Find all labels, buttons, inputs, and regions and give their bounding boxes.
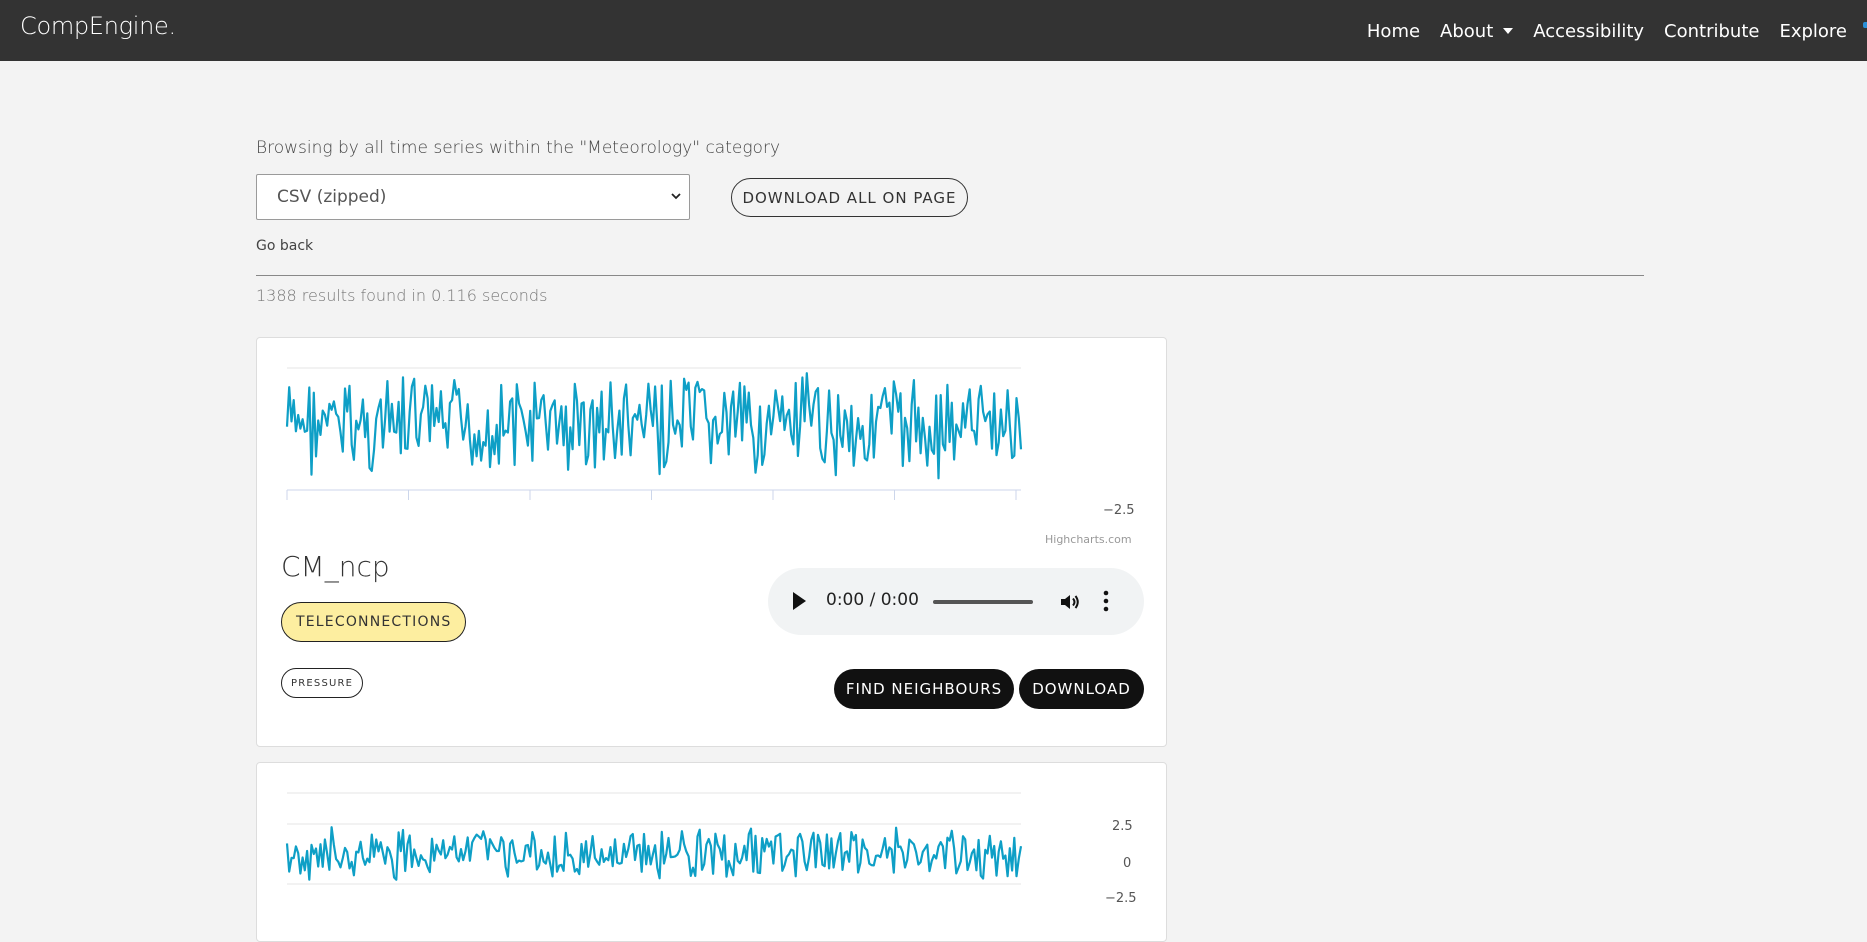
download-button[interactable]: DOWNLOAD <box>1019 669 1144 709</box>
nav-home[interactable]: Home <box>1367 21 1420 42</box>
nav-overflow-indicator <box>1863 22 1867 28</box>
nav-about[interactable]: About <box>1440 20 1514 42</box>
audio-player[interactable]: 0:00 / 0:00 <box>768 568 1144 635</box>
timeseries-card: 2.5 0 −2.5 <box>256 762 1167 942</box>
top-navbar: CompEngine. Home About Accessibility Con… <box>0 0 1867 61</box>
nav-contribute[interactable]: Contribute <box>1664 21 1759 42</box>
results-summary: 1388 results found in 0.116 seconds <box>256 286 548 305</box>
chevron-down-icon <box>671 193 681 200</box>
format-select[interactable]: CSV (zipped) <box>256 174 690 220</box>
nav-accessibility[interactable]: Accessibility <box>1533 21 1644 42</box>
timeseries-chart <box>285 792 1023 885</box>
y-tick-label: −2.5 <box>1105 891 1137 906</box>
category-tag[interactable]: TELECONNECTIONS <box>281 602 467 642</box>
y-tick-label: 2.5 <box>1112 819 1133 834</box>
series-line <box>285 826 1023 881</box>
browse-heading: Browsing by all time series within the "… <box>256 138 781 158</box>
format-select-value: CSV (zipped) <box>277 187 387 207</box>
more-options-icon[interactable] <box>1103 589 1109 613</box>
audio-seek-bar[interactable] <box>933 600 1033 604</box>
highcharts-credit[interactable]: Highcharts.com <box>1045 533 1132 546</box>
brand-logo[interactable]: CompEngine. <box>20 12 176 40</box>
go-back-link[interactable]: Go back <box>256 238 313 254</box>
download-all-button[interactable]: DOWNLOAD ALL ON PAGE <box>731 178 968 217</box>
timeseries-chart <box>285 367 1023 500</box>
series-line <box>285 372 1023 480</box>
play-icon[interactable] <box>793 592 806 610</box>
series-title[interactable]: CM_ncp <box>281 550 390 583</box>
nav-about-label: About <box>1440 20 1494 42</box>
audio-time: 0:00 / 0:00 <box>826 590 919 610</box>
timeseries-card: −2.5 Highcharts.com CM_ncp TELECONNECTIO… <box>256 337 1167 747</box>
find-neighbours-button[interactable]: FIND NEIGHBOURS <box>834 669 1014 709</box>
caret-down-icon <box>1503 28 1514 34</box>
y-tick-label: 0 <box>1123 856 1132 871</box>
nav-explore[interactable]: Explore <box>1779 21 1847 42</box>
divider <box>256 275 1644 276</box>
nav-links: Home About Accessibility Contribute Expl… <box>1367 14 1867 48</box>
volume-icon[interactable] <box>1058 590 1082 614</box>
keyword-tag[interactable]: PRESSURE <box>281 668 364 698</box>
y-tick-label: −2.5 <box>1103 503 1135 518</box>
